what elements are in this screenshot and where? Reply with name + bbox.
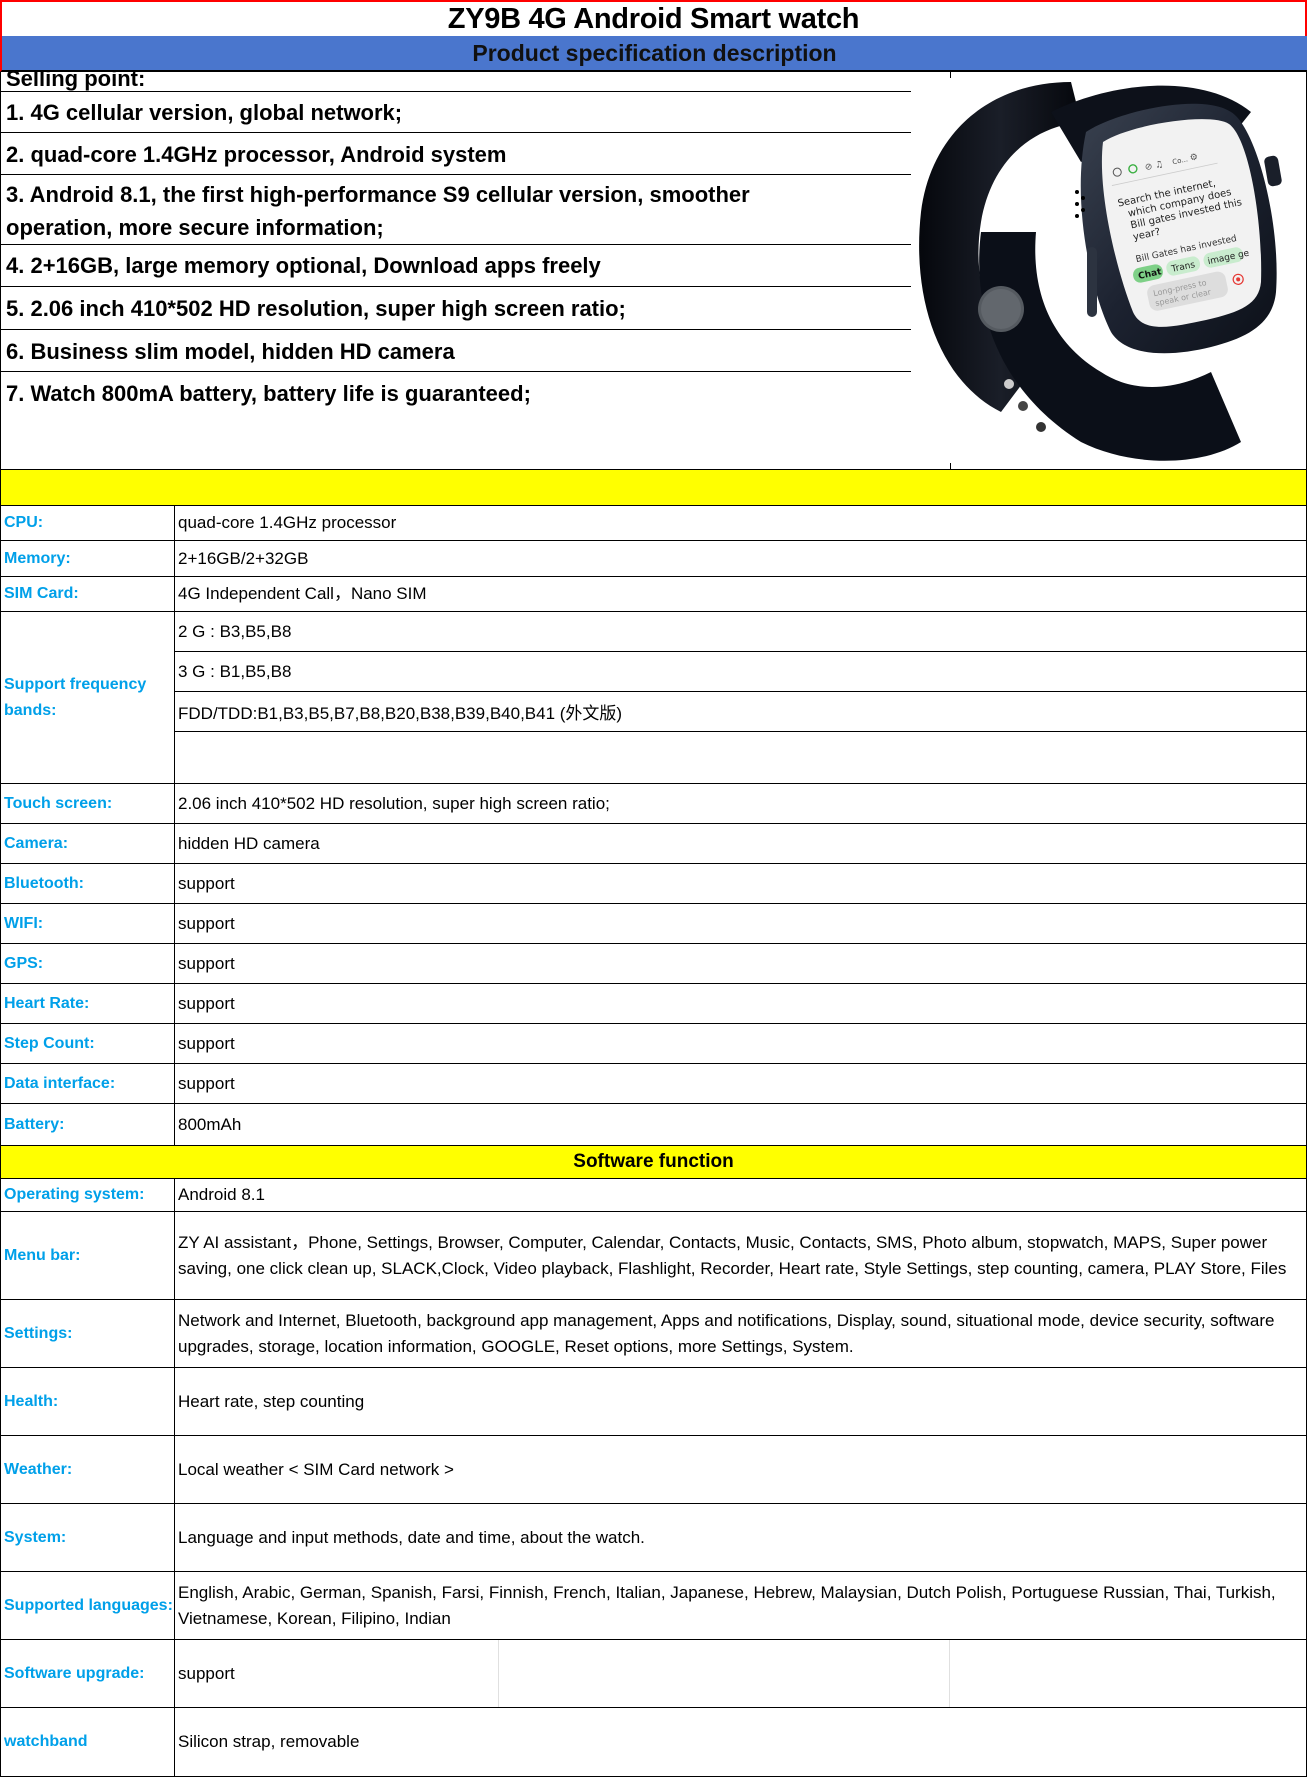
spec-row-operating-system: Operating system: Android 8.1	[0, 1179, 1307, 1212]
selling-points-heading: Selling point:	[1, 68, 911, 92]
spec-label: Menu bar:	[1, 1212, 175, 1299]
spec-label: CPU:	[1, 506, 175, 540]
selling-points-section: Selling point: 1. 4G cellular version, g…	[0, 68, 1307, 469]
spec-label: GPS:	[1, 944, 175, 983]
spec-label: Heart Rate:	[1, 984, 175, 1023]
selling-point-item: 6. Business slim model, hidden HD camera	[1, 330, 911, 372]
spec-row-camera: Camera: hidden HD camera	[0, 824, 1307, 864]
spec-value: Android 8.1	[178, 1185, 265, 1204]
spec-value: quad-core 1.4GHz processor	[178, 513, 397, 532]
spec-label: Weather:	[1, 1436, 175, 1503]
hardware-section-bar	[0, 469, 1307, 506]
software-section-bar: Software function	[0, 1145, 1307, 1179]
selling-point-item: 7. Watch 800mA battery, battery life is …	[6, 381, 531, 406]
spec-label: Operating system:	[1, 1179, 175, 1211]
spec-label: watchband	[1, 1708, 175, 1776]
spec-row-cpu: CPU: quad-core 1.4GHz processor	[0, 506, 1307, 541]
spec-value: 4G Independent Call，Nano SIM	[178, 584, 427, 603]
spec-row-gps: GPS: support	[0, 944, 1307, 984]
spec-value: hidden HD camera	[178, 833, 320, 853]
spec-label: Health:	[1, 1368, 175, 1435]
spec-row-supported-languages: Supported languages: English, Arabic, Ge…	[0, 1572, 1307, 1640]
spec-row-weather: Weather: Local weather < SIM Card networ…	[0, 1436, 1307, 1504]
spec-value: 800mAh	[178, 1114, 242, 1134]
selling-point-item: 5. 2.06 inch 410*502 HD resolution, supe…	[1, 287, 911, 330]
selling-point-item: 3. Android 8.1, the first high-performan…	[1, 175, 911, 245]
spec-label: WIFI:	[1, 904, 175, 943]
spec-row-wifi: WIFI: support	[0, 904, 1307, 944]
spec-value: 2.06 inch 410*502 HD resolution, super h…	[178, 793, 610, 813]
spec-row-watchband: watchband Silicon strap, removable	[0, 1708, 1307, 1777]
spec-label: System:	[1, 1504, 175, 1571]
cell-gridline	[498, 1640, 499, 1707]
spec-label: Step Count:	[1, 1024, 175, 1063]
spec-row-menu-bar: Menu bar: ZY AI assistant，Phone, Setting…	[0, 1212, 1307, 1300]
spec-row-settings: Settings: Network and Internet, Bluetoot…	[0, 1300, 1307, 1368]
spec-value: support	[178, 953, 235, 973]
band-2g: 2 G : B3,B5,B8	[175, 612, 1306, 652]
spec-row-health: Health: Heart rate, step counting	[0, 1368, 1307, 1436]
spec-value: support	[178, 1663, 235, 1683]
spec-value: support	[178, 993, 235, 1013]
spec-row-memory: Memory: 2+16GB/2+32GB	[0, 541, 1307, 577]
spec-row-bluetooth: Bluetooth: support	[0, 864, 1307, 904]
spec-sheet: ZY9B 4G Android Smart watch Product spec…	[0, 0, 1307, 1779]
band-empty	[175, 732, 1306, 772]
spec-label: Supported languages:	[1, 1572, 175, 1639]
spec-label: Support frequency bands:	[1, 612, 175, 783]
subtitle-bar: Product specification description	[0, 36, 1307, 72]
spec-label: Touch screen:	[1, 784, 175, 823]
spec-row-software-upgrade: Software upgrade: support	[0, 1640, 1307, 1708]
spec-value: Heart rate, step counting	[178, 1391, 365, 1411]
spec-label: Data interface:	[1, 1064, 175, 1103]
spec-row-step-count: Step Count: support	[0, 1024, 1307, 1064]
product-image: ⊘ ♫ Co... ⚙ Search the internet, which c…	[911, 72, 1307, 469]
selling-point-item: 4. 2+16GB, large memory optional, Downlo…	[1, 245, 911, 287]
cell-gridline	[949, 1640, 950, 1707]
spec-row-frequency-bands: Support frequency bands: 2 G : B3,B5,B8 …	[0, 612, 1307, 784]
spec-label: Memory:	[1, 541, 175, 576]
spec-row-system: System: Language and input methods, date…	[0, 1504, 1307, 1572]
spec-label: Settings:	[1, 1300, 175, 1367]
spec-label: Camera:	[1, 824, 175, 863]
spec-value: Language and input methods, date and tim…	[178, 1527, 645, 1547]
spec-value: 2+16GB/2+32GB	[178, 548, 309, 568]
page-title: ZY9B 4G Android Smart watch	[0, 0, 1307, 36]
spec-row-sim-card: SIM Card: 4G Independent Call，Nano SIM	[0, 577, 1307, 612]
spec-label: Battery:	[1, 1104, 175, 1145]
spec-value: support	[178, 913, 235, 933]
spec-value: support	[178, 1033, 235, 1053]
spec-value: Silicon strap, removable	[178, 1732, 360, 1751]
spec-row-touch-screen: Touch screen: 2.06 inch 410*502 HD resol…	[0, 784, 1307, 824]
spec-value: support	[178, 1073, 235, 1093]
selling-point-item: 2. quad-core 1.4GHz processor, Android s…	[1, 133, 911, 175]
spec-value: Local weather < SIM Card network >	[178, 1459, 454, 1479]
selling-point-item: 1. 4G cellular version, global network;	[1, 92, 911, 133]
spec-value: Network and Internet, Bluetooth, backgro…	[178, 1310, 1275, 1356]
cell-divider-tick	[950, 72, 951, 78]
spec-label: Software upgrade:	[1, 1640, 175, 1707]
spec-value: ZY AI assistant，Phone, Settings, Browser…	[178, 1232, 1287, 1278]
smartwatch-icon: ⊘ ♫ Co... ⚙ Search the internet, which c…	[919, 82, 1282, 461]
spec-row-data-interface: Data interface: support	[0, 1064, 1307, 1104]
band-4g: FDD/TDD:B1,B3,B5,B7,B8,B20,B38,B39,B40,B…	[175, 692, 1306, 732]
spec-value: English, Arabic, German, Spanish, Farsi,…	[178, 1582, 1276, 1628]
spec-row-battery: Battery: 800mAh	[0, 1104, 1307, 1145]
spec-label: Bluetooth:	[1, 864, 175, 903]
spec-label: SIM Card:	[1, 577, 175, 611]
spec-value: support	[178, 873, 235, 893]
band-3g: 3 G : B1,B5,B8	[175, 652, 1306, 692]
spec-row-heart-rate: Heart Rate: support	[0, 984, 1307, 1024]
